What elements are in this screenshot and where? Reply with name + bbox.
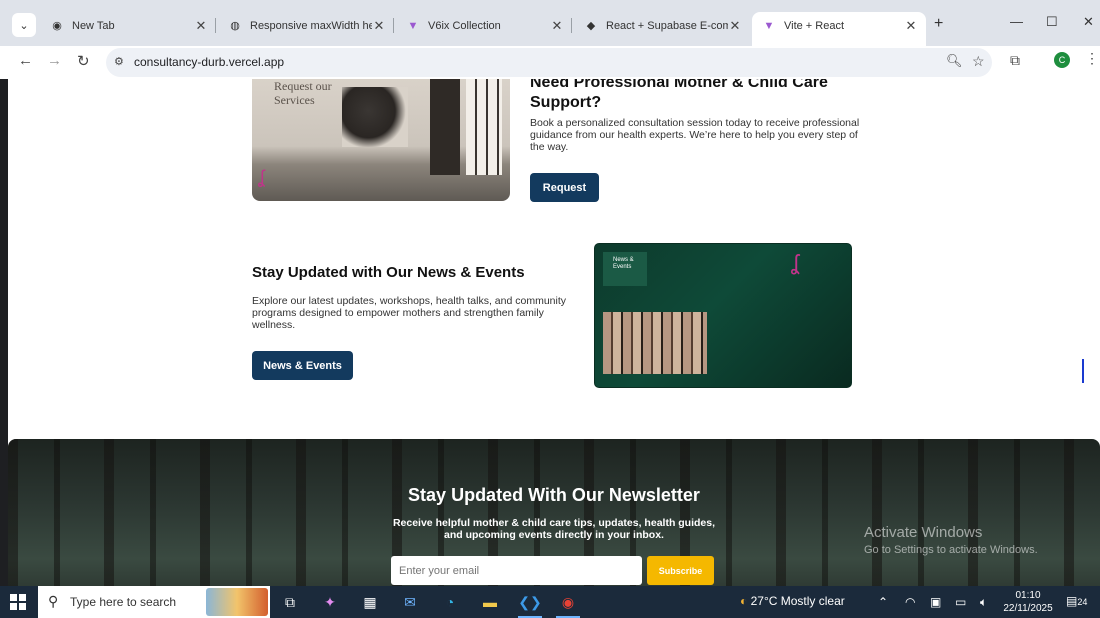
newsletter-description: Receive helpful mother & child care tips… bbox=[392, 517, 716, 541]
back-icon[interactable]: ← bbox=[18, 52, 33, 69]
page-left-border bbox=[0, 79, 8, 586]
news-image-card: News & Events bbox=[603, 252, 647, 286]
tab-label: Vite + React bbox=[784, 19, 845, 32]
forward-icon[interactable]: → bbox=[47, 52, 62, 69]
tab-label: React + Supabase E-comme bbox=[606, 19, 728, 32]
clock-date: 22/11/2025 bbox=[1003, 603, 1053, 614]
zoom-icon[interactable]: 🔍︎ bbox=[946, 53, 963, 69]
volume-icon[interactable]: 🔈︎ bbox=[980, 595, 987, 610]
address-bar[interactable]: ⚙ consultancy-durb.vercel.app 🔍︎ ☆ bbox=[106, 48, 992, 77]
brand-logo-icon: ʆ bbox=[258, 167, 265, 187]
weather-text: 27°C Mostly clear bbox=[750, 594, 845, 608]
battery-icon[interactable]: ▭ bbox=[955, 595, 966, 609]
tab-label: V6ix Collection bbox=[428, 19, 501, 32]
menu-icon[interactable]: ⋮ bbox=[1085, 50, 1099, 67]
file-explorer-icon[interactable]: ▬ bbox=[481, 593, 499, 611]
vscode-icon[interactable]: ❮❯ bbox=[518, 593, 542, 618]
diamond-icon: ◆ bbox=[586, 20, 596, 32]
search-icon: ⚲ bbox=[48, 593, 59, 609]
tab-responsive[interactable]: ◍ Responsive maxWidth heigh ✕ bbox=[218, 12, 394, 39]
taskbar: ⚲ Type here to search ⧉ ✦ ▦ ✉ ◔ ▬ ❮❯ ◉ ◐… bbox=[0, 586, 1100, 618]
maximize-icon[interactable]: ☐ bbox=[1046, 14, 1058, 30]
reload-icon[interactable]: ↻ bbox=[77, 52, 90, 70]
tab-strip: ⌄ ◉ New Tab ✕ ◍ Responsive maxWidth heig… bbox=[0, 0, 1100, 46]
news-title: Stay Updated with Our News & Events bbox=[252, 264, 525, 281]
community-photo-grid bbox=[603, 312, 707, 374]
url-text: consultancy-durb.vercel.app bbox=[134, 55, 285, 69]
search-highlight-image bbox=[206, 588, 268, 616]
bookmark-star-icon[interactable]: ☆ bbox=[972, 53, 985, 70]
request-title: Need Professional Mother & Child Care Su… bbox=[530, 79, 828, 111]
tab-new-tab[interactable]: ◉ New Tab ✕ bbox=[40, 12, 216, 39]
tab-vite-react[interactable]: ▼ Vite + React ✕ bbox=[752, 12, 926, 46]
globe-icon: ◍ bbox=[230, 20, 240, 32]
brand-logo-icon: ʆ bbox=[791, 250, 799, 275]
newsletter-title: Stay Updated With Our Newsletter bbox=[408, 485, 700, 505]
close-icon[interactable]: ✕ bbox=[194, 18, 208, 34]
activate-windows-watermark: Activate Windows Go to Settings to activ… bbox=[864, 524, 1038, 556]
news-description: Explore our latest updates, workshops, h… bbox=[252, 295, 566, 331]
screen: ⌄ ◉ New Tab ✕ ◍ Responsive maxWidth heig… bbox=[0, 0, 1100, 618]
edge-icon[interactable]: ◔ bbox=[441, 593, 459, 611]
tab-react-supabase[interactable]: ◆ React + Supabase E-comme ✕ bbox=[574, 12, 750, 39]
mother-child-artwork bbox=[342, 87, 408, 147]
vite-icon: ▼ bbox=[763, 19, 775, 32]
bookshelf bbox=[430, 79, 460, 175]
browser-toolbar: ← → ↻ ⚙ consultancy-durb.vercel.app 🔍︎ ☆… bbox=[0, 46, 1100, 79]
site-info-icon[interactable]: ⚙ bbox=[114, 55, 124, 68]
page-viewport: Request our Services ʆ Need Professional… bbox=[8, 79, 1100, 586]
close-icon[interactable]: ✕ bbox=[728, 18, 742, 34]
notification-count: 24 bbox=[1077, 597, 1088, 607]
windows-start-icon[interactable] bbox=[10, 594, 26, 610]
chevron-down-icon: ⌄ bbox=[19, 19, 29, 32]
taskbar-search[interactable]: ⚲ Type here to search bbox=[38, 586, 270, 618]
wifi-icon[interactable]: ◠ bbox=[905, 595, 915, 609]
mail-icon[interactable]: ✉ bbox=[401, 593, 419, 611]
store-icon[interactable]: ▦ bbox=[361, 593, 379, 611]
services-image-text: Request our Services bbox=[274, 79, 332, 107]
news-events-image: News & Events ʆ bbox=[594, 243, 852, 388]
task-view-icon[interactable]: ⧉ bbox=[281, 593, 299, 611]
tab-search-button[interactable]: ⌄ bbox=[12, 13, 36, 37]
tab-label: New Tab bbox=[72, 19, 115, 32]
extensions-icon[interactable]: ⧉ bbox=[1010, 52, 1020, 69]
vite-icon: ▼ bbox=[407, 19, 419, 32]
chrome-icon: ◉ bbox=[52, 20, 62, 32]
search-placeholder: Type here to search bbox=[70, 595, 177, 609]
window-close-icon[interactable]: ✕ bbox=[1083, 14, 1094, 30]
request-description: Book a personalized consultation session… bbox=[530, 117, 860, 153]
chrome-icon[interactable]: ◉ bbox=[556, 593, 580, 618]
weather-widget[interactable]: ◐ 27°C Mostly clear bbox=[740, 594, 845, 608]
minimize-icon[interactable]: — bbox=[1010, 14, 1023, 29]
news-events-button[interactable]: News & Events bbox=[252, 351, 353, 380]
request-button[interactable]: Request bbox=[530, 173, 599, 202]
services-image: Request our Services ʆ bbox=[252, 79, 510, 201]
tab-v6ix[interactable]: ▼ V6ix Collection ✕ bbox=[396, 12, 572, 39]
email-input[interactable] bbox=[391, 556, 642, 585]
subscribe-button[interactable]: Subscribe bbox=[647, 556, 714, 585]
meet-now-icon[interactable]: ▣ bbox=[930, 595, 941, 609]
system-clock[interactable]: 01:10 22/11/2025 bbox=[1002, 589, 1054, 615]
watermark-line1: Activate Windows bbox=[864, 524, 983, 541]
tab-label: Responsive maxWidth heigh bbox=[250, 19, 372, 32]
newsletter-section: Stay Updated With Our Newsletter Receive… bbox=[8, 439, 1100, 586]
new-tab-button[interactable]: + bbox=[934, 15, 943, 33]
window bbox=[466, 79, 502, 175]
profile-avatar[interactable]: C bbox=[1054, 52, 1070, 68]
watermark-line2: Go to Settings to activate Windows. bbox=[864, 544, 1038, 556]
close-icon[interactable]: ✕ bbox=[372, 18, 386, 34]
scroll-indicator bbox=[1082, 359, 1084, 383]
close-icon[interactable]: ✕ bbox=[904, 18, 918, 34]
chevron-up-icon[interactable]: ⌃ bbox=[878, 595, 888, 609]
copilot-icon[interactable]: ✦ bbox=[321, 593, 339, 611]
weather-moon-icon: ◐ bbox=[740, 594, 751, 608]
clock-time: 01:10 bbox=[1015, 590, 1041, 601]
notification-icon[interactable]: ▤24 bbox=[1066, 594, 1087, 608]
close-icon[interactable]: ✕ bbox=[550, 18, 564, 34]
